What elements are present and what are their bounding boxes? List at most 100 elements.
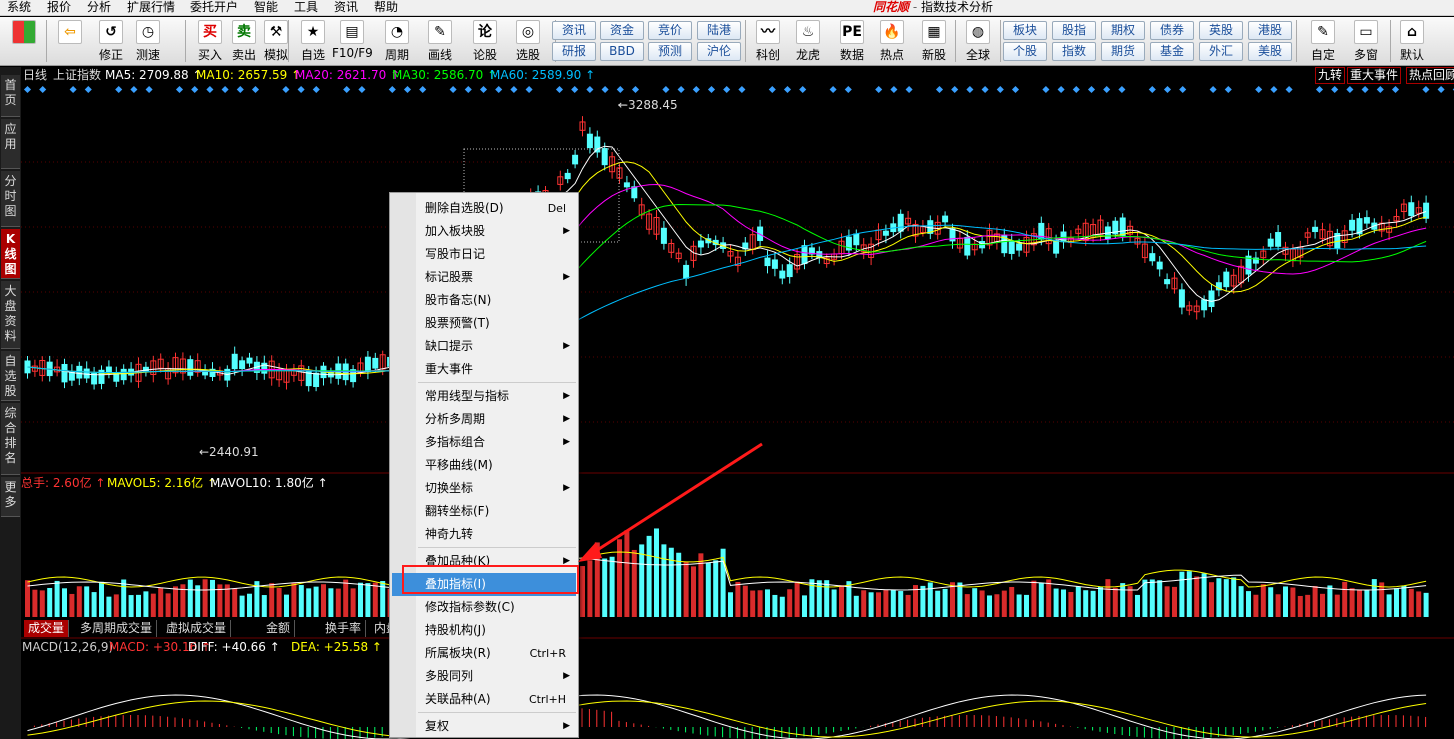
stock-select-button[interactable]: ◎ 选股 (508, 18, 548, 64)
draw-line-button[interactable]: ✎ 画线 (420, 18, 460, 64)
event-marker[interactable] (343, 85, 351, 94)
event-marker[interactable] (403, 85, 412, 94)
event-marker[interactable] (890, 85, 898, 94)
context-item-10[interactable]: 多指标组合 ▶ (392, 431, 576, 454)
event-marker[interactable] (1315, 85, 1324, 94)
quick-2-bottom[interactable]: 预测 (648, 42, 692, 61)
context-item-22[interactable]: 复权 ▶ (392, 715, 576, 738)
event-marker[interactable] (282, 85, 290, 94)
quick-6-bottom[interactable]: 期货 (1101, 42, 1145, 61)
menu-2[interactable]: 分析 (87, 0, 111, 16)
event-marker[interactable] (677, 85, 685, 94)
event-marker[interactable] (662, 85, 670, 94)
quick-4-top[interactable]: 板块 (1003, 21, 1047, 40)
context-item-6[interactable]: 缺口提示 ▶ (392, 335, 576, 358)
context-item-1[interactable]: 加入板块股 ▶ (392, 220, 576, 243)
event-marker[interactable] (1331, 85, 1339, 94)
quick-4-bottom[interactable]: 个股 (1003, 42, 1047, 61)
event-marker[interactable] (479, 85, 488, 94)
quick-6-top[interactable]: 期权 (1101, 21, 1145, 40)
event-marker[interactable] (1072, 85, 1080, 94)
globe-button[interactable]: ◍ 全球 (958, 18, 998, 64)
event-marker[interactable] (191, 85, 199, 94)
event-marker[interactable] (175, 85, 184, 94)
event-marker[interactable] (951, 85, 959, 94)
hotspot-button[interactable]: 🔥 热点 (872, 18, 912, 64)
event-marker[interactable] (1391, 85, 1400, 94)
context-item-15[interactable]: 叠加品种(K) ▶ (392, 550, 576, 573)
left-tab-4[interactable]: 大盘资料 (1, 281, 20, 349)
left-tab-3[interactable]: K线图 (1, 229, 20, 279)
custom-button[interactable]: ✎ 自定 (1303, 18, 1343, 64)
event-marker[interactable] (236, 85, 244, 94)
menu-4[interactable]: 委托开户 (190, 0, 238, 16)
event-marker[interactable] (799, 85, 807, 94)
event-marker[interactable] (115, 85, 123, 94)
quick-7-bottom[interactable]: 基金 (1150, 42, 1194, 61)
quick-8-bottom[interactable]: 外汇 (1199, 42, 1243, 61)
event-marker[interactable] (510, 85, 518, 94)
menu-1[interactable]: 报价 (47, 0, 71, 16)
revise-button[interactable]: ↺ 修正 (91, 18, 131, 64)
context-item-9[interactable]: 分析多周期 ▶ (392, 408, 576, 431)
event-marker[interactable] (1361, 85, 1369, 94)
context-item-17[interactable]: 修改指标参数(C) (392, 596, 576, 619)
k-line-chart-area[interactable]: 日线 上证指数 MA5: 2709.88 ↑ MA10: 2657.59 ↑ MA20:… (21, 67, 1454, 739)
event-marker[interactable] (935, 85, 944, 94)
left-tab-1[interactable]: 应用 (1, 119, 20, 169)
event-marker[interactable] (449, 85, 457, 94)
event-marker[interactable] (221, 85, 229, 94)
quick-7-top[interactable]: 债券 (1150, 21, 1194, 40)
menu-6[interactable]: 工具 (294, 0, 318, 16)
event-marker[interactable] (783, 85, 792, 94)
event-marker[interactable] (1011, 85, 1020, 94)
event-marker[interactable] (1376, 85, 1384, 94)
new-stock-button[interactable]: ▦ 新股 (914, 18, 954, 64)
volume-tab-3[interactable]: 金额 (262, 620, 296, 637)
event-marker[interactable] (1224, 85, 1232, 94)
speed-test-button[interactable]: ◷ 测速 (128, 18, 168, 64)
event-marker[interactable] (996, 85, 1004, 94)
context-item-18[interactable]: 持股机构(J) (392, 619, 576, 642)
event-marker[interactable] (1118, 85, 1126, 94)
event-marker[interactable] (1042, 85, 1050, 94)
event-marker[interactable] (707, 85, 716, 94)
context-item-11[interactable]: 平移曲线(M) (392, 454, 576, 477)
quick-2-top[interactable]: 竞价 (648, 21, 692, 40)
event-marker[interactable] (206, 85, 214, 94)
event-marker[interactable] (251, 85, 260, 94)
menu-7[interactable]: 资讯 (334, 0, 358, 16)
right-button-0[interactable]: 九转 (1315, 67, 1346, 84)
quick-3-bottom[interactable]: 沪伦 (697, 42, 741, 61)
color-blocks-button[interactable] (6, 18, 42, 64)
event-marker[interactable] (1057, 85, 1065, 94)
left-tab-5[interactable]: 自选股 (1, 351, 20, 401)
volume-tab-1[interactable]: 多周期成交量 (76, 620, 158, 637)
event-marker[interactable] (495, 85, 503, 94)
event-marker[interactable] (1437, 85, 1445, 94)
context-item-2[interactable]: 写股市日记 (392, 243, 576, 266)
event-marker[interactable] (875, 85, 883, 94)
menu-5[interactable]: 智能 (254, 0, 278, 16)
context-item-0[interactable]: 删除自选股(D) Del (392, 197, 576, 220)
quick-9-top[interactable]: 港股 (1248, 21, 1292, 40)
context-item-3[interactable]: 标记股票 ▶ (392, 266, 576, 289)
back-arrow-button[interactable]: ⇦ (52, 18, 88, 64)
event-marker[interactable] (555, 85, 564, 94)
context-item-14[interactable]: 神奇九转 (392, 523, 576, 546)
event-marker[interactable] (358, 85, 366, 94)
event-marker[interactable] (601, 85, 609, 94)
event-marker[interactable] (844, 85, 852, 94)
event-marker[interactable] (1163, 85, 1172, 94)
event-marker[interactable] (419, 85, 427, 94)
event-marker[interactable] (692, 85, 700, 94)
event-marker[interactable] (905, 85, 913, 94)
volume-tab-4[interactable]: 换手率 (321, 620, 367, 637)
context-item-4[interactable]: 股市备忘(N) (392, 289, 576, 312)
event-marker[interactable] (631, 85, 640, 94)
right-button-1[interactable]: 重大事件 (1347, 67, 1402, 84)
watchlist-button[interactable]: ★ 自选 (293, 18, 333, 64)
event-marker[interactable] (464, 85, 472, 94)
right-button-2[interactable]: 热点回顾 (1406, 67, 1454, 84)
home-button[interactable]: ⌂ 默认 (1392, 18, 1432, 64)
